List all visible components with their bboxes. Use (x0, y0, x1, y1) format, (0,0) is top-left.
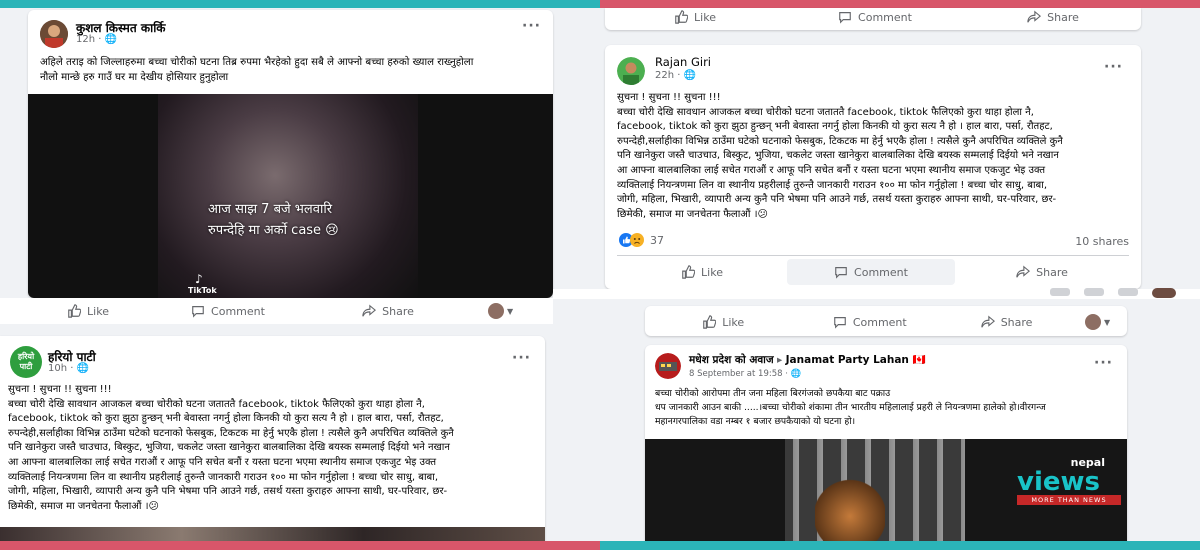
tiktok-watermark: TikTok (188, 286, 217, 295)
like-icon (675, 10, 689, 24)
post-text: सुचना ! सुचना !! सुचना !!! बच्चा चोरी दे… (8, 384, 454, 512)
comment-icon (833, 317, 846, 329)
post-image[interactable]: nepal views MORE THAN NEWS (645, 439, 1127, 541)
globe-icon: 🌐 (683, 70, 697, 81)
comment-button[interactable]: Comment (148, 302, 308, 320)
post-time[interactable]: 10h · 🌐 (48, 363, 89, 374)
sad-reaction-icon (630, 233, 644, 247)
react-as-avatar[interactable]: ▼ (488, 303, 513, 319)
video-caption-2: रुपन्देहि मा अर्को case 😢 (208, 223, 339, 238)
like-button[interactable]: Like (605, 8, 785, 26)
post-time-label[interactable]: 8 September at 19:58 (689, 369, 783, 379)
like-button[interactable]: Like (645, 313, 801, 331)
more-options-icon[interactable]: ··· (522, 18, 541, 34)
reaction-count[interactable]: 37 (650, 234, 664, 247)
author-avatar[interactable] (40, 20, 68, 48)
post-image-strip (0, 527, 545, 541)
share-icon (981, 315, 995, 328)
brand-main: views (1017, 467, 1100, 497)
like-icon (703, 315, 717, 329)
page-avatar[interactable]: हरियो पाटी (10, 346, 42, 378)
top-band-left (0, 0, 600, 8)
react-as-avatar[interactable]: ▼ (1085, 314, 1110, 330)
like-icon (68, 304, 82, 318)
bottom-band-right (600, 541, 1200, 550)
arrow-icon: ▸ (777, 354, 786, 366)
post-time[interactable]: 22h · 🌐 (655, 70, 696, 81)
post-time-label[interactable]: 22h (655, 70, 674, 81)
share-icon (362, 304, 377, 317)
video-player[interactable]: आज साझ 7 बजे भलवारि रुपन्देहि मा अर्को c… (28, 94, 553, 298)
author-avatar[interactable] (655, 353, 681, 379)
post-card-kushal: कुशल किस्मत कार्कि 12h · 🌐 ··· अहिले तरा… (28, 10, 553, 298)
globe-icon: 🌐 (76, 363, 90, 374)
shares-count[interactable]: 10 shares (1075, 235, 1129, 248)
share-button[interactable]: Share (965, 8, 1141, 26)
more-options-icon[interactable]: ··· (1104, 59, 1123, 75)
globe-icon: 🌐 (790, 369, 802, 379)
post-actions-bar-prev: Like Comment Share (605, 8, 1141, 30)
post-time-label[interactable]: 10h (48, 363, 67, 374)
post-actions-bar-1: Like Comment Share ▼ (0, 298, 553, 324)
video-caption-1: आज साझ 7 बजे भलवारि (208, 202, 333, 217)
page-avatar-text-2: पाटी (19, 362, 33, 371)
post-text: बच्चा चोरीको आरोपमा तीन जना महिला बिरगंज… (655, 388, 1046, 427)
post-time[interactable]: 12h · 🌐 (76, 34, 117, 45)
share-button[interactable]: Share (938, 313, 1075, 331)
author-name[interactable]: Rajan Giri (655, 55, 711, 69)
post-text: सुचना ! सुचना !! सुचना !!! बच्चा चोरी दे… (617, 92, 1063, 220)
top-band-right (600, 0, 1200, 8)
comment-button[interactable]: Comment (787, 259, 955, 285)
share-icon (1016, 265, 1031, 278)
comment-icon (839, 12, 851, 24)
page-avatar-text-1: हरियो (17, 352, 35, 361)
strip-icons (1050, 288, 1176, 298)
comment-icon (192, 306, 204, 318)
post-actions-bar-4-top: Like Comment Share ▼ (645, 306, 1127, 336)
brand-tagline: MORE THAN NEWS (1017, 495, 1121, 505)
globe-icon: 🌐 (104, 34, 118, 45)
tiktok-icon: ♪ (195, 272, 203, 286)
more-options-icon[interactable]: ··· (1094, 355, 1113, 371)
nepalviews-logo: nepal views MORE THAN NEWS (1017, 457, 1121, 505)
group-name[interactable]: Janamat Party Lahan 🇨🇦 (786, 354, 926, 366)
post-text: अहिले तराइ को जिल्लाहरुमा बच्चा चोरीको घ… (40, 57, 474, 83)
like-button[interactable]: Like (617, 259, 787, 285)
comment-icon (835, 267, 847, 279)
post-time-label[interactable]: 12h (76, 34, 95, 45)
like-icon (682, 265, 696, 279)
like-button[interactable]: Like (28, 302, 148, 320)
share-button[interactable]: Share (308, 302, 468, 320)
post-card-hariyo-pati: हरियो पाटी हरियो पाटी 10h · 🌐 ··· सुचना … (0, 336, 545, 541)
post-card-madhesh: मधेश प्रदेश को अवाज ▸ Janamat Party Laha… (645, 345, 1127, 541)
more-options-icon[interactable]: ··· (512, 350, 531, 366)
post-time[interactable]: 8 September at 19:58 · 🌐 (689, 369, 801, 379)
share-button[interactable]: Share (955, 259, 1129, 285)
comment-button[interactable]: Comment (785, 8, 965, 26)
bottom-band-left (0, 541, 600, 550)
author-avatar[interactable] (617, 57, 645, 85)
author-name[interactable]: मधेश प्रदेश को अवाज (689, 354, 774, 366)
comment-button[interactable]: Comment (801, 313, 938, 331)
author-line: मधेश प्रदेश को अवाज ▸ Janamat Party Laha… (689, 353, 926, 367)
reactions[interactable]: 37 (619, 233, 664, 247)
post-card-rajan-giri: Rajan Giri 22h · 🌐 ··· सुचना ! सुचना !! … (605, 45, 1141, 289)
share-icon (1027, 10, 1042, 23)
divider (617, 255, 1129, 256)
video-frame (158, 94, 418, 298)
person-silhouette (815, 479, 885, 541)
